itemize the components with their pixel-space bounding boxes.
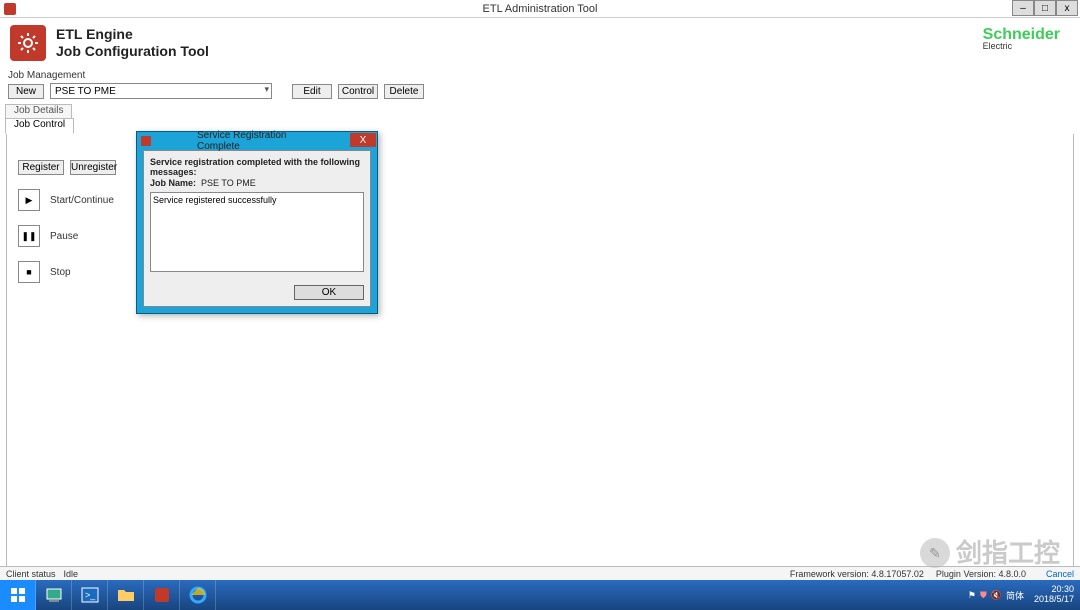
job-select-combo[interactable]: PSE TO PME	[50, 83, 272, 99]
window-title: ETL Administration Tool	[483, 3, 598, 15]
pause-label: Pause	[50, 231, 78, 242]
job-management-bar: New PSE TO PME Edit Control Delete	[0, 81, 1080, 103]
window-titlebar: ETL Administration Tool – □ x	[0, 0, 1080, 18]
taskbar-powershell[interactable]: >_	[72, 580, 108, 610]
client-status-value: Idle	[64, 569, 79, 579]
start-continue-button[interactable]: ▶	[18, 189, 40, 211]
control-button[interactable]: Control	[338, 84, 378, 99]
gear-icon	[16, 31, 40, 55]
unregister-button[interactable]: Unregister	[70, 160, 116, 175]
tray-flag-icon: ⚑	[968, 590, 976, 601]
dialog-ok-button[interactable]: OK	[294, 285, 364, 300]
plugin-version: Plugin Version: 4.8.0.0	[936, 569, 1026, 579]
cancel-link[interactable]: Cancel	[1046, 569, 1074, 579]
dialog-message: Service registration completed with the …	[150, 157, 364, 177]
dialog-icon	[141, 136, 151, 146]
tray-clock[interactable]: 20:30 2018/5/17	[1034, 585, 1074, 605]
dialog-log-textarea[interactable]	[150, 192, 364, 272]
taskbar-etl-tool[interactable]	[144, 580, 180, 610]
terminal-icon: >_	[81, 586, 99, 604]
tabs-row: Job Details	[5, 103, 1074, 119]
start-continue-label: Start/Continue	[50, 195, 114, 206]
minimize-button[interactable]: –	[1012, 0, 1034, 16]
dialog-titlebar: Service Registration Complete X	[137, 132, 377, 150]
close-button[interactable]: x	[1056, 0, 1078, 16]
taskbar: >_ ⚑ ⛊ 🔇 简体 20:30 2018/5/17	[0, 580, 1080, 610]
etl-icon	[155, 588, 169, 602]
system-tray[interactable]: ⚑ ⛊ 🔇 简体 20:30 2018/5/17	[962, 580, 1080, 610]
header-title-1: ETL Engine	[56, 26, 209, 43]
brand-logo: Schneider Electric	[983, 28, 1060, 50]
service-registration-dialog: Service Registration Complete X Service …	[136, 131, 378, 314]
tab-job-control[interactable]: Job Control	[5, 118, 74, 134]
dialog-title: Service Registration Complete	[197, 130, 317, 152]
header-title-2: Job Configuration Tool	[56, 43, 209, 60]
window-controls: – □ x	[1012, 0, 1078, 16]
app-header: ETL Engine Job Configuration Tool Schnei…	[0, 18, 1080, 68]
taskbar-explorer[interactable]	[108, 580, 144, 610]
maximize-button[interactable]: □	[1034, 0, 1056, 16]
taskbar-ie[interactable]	[180, 580, 216, 610]
taskbar-server-manager[interactable]	[36, 580, 72, 610]
register-button[interactable]: Register	[18, 160, 64, 175]
start-button[interactable]	[0, 580, 36, 610]
new-button[interactable]: New	[8, 84, 44, 99]
tray-sound-icon: 🔇	[991, 590, 1002, 601]
job-management-label: Job Management	[0, 68, 1080, 81]
app-logo	[10, 25, 46, 61]
stop-button[interactable]: ■	[18, 261, 40, 283]
app-icon	[4, 3, 16, 15]
dialog-job-name: Job Name: PSE TO PME	[150, 178, 364, 188]
ie-icon	[189, 586, 207, 604]
dialog-close-button[interactable]: X	[350, 133, 376, 147]
stop-label: Stop	[50, 267, 71, 278]
client-status-label: Client status	[6, 569, 56, 579]
status-bar: Client status Idle Framework version: 4.…	[0, 566, 1080, 580]
svg-text:>_: >_	[85, 590, 96, 600]
delete-button[interactable]: Delete	[384, 84, 424, 99]
server-icon	[45, 586, 63, 604]
windows-icon	[10, 587, 26, 603]
folder-icon	[117, 586, 135, 604]
tray-lang[interactable]: 简体	[1006, 589, 1024, 602]
framework-version: Framework version: 4.8.17057.02	[790, 569, 924, 579]
tray-shield-icon: ⛊	[980, 590, 987, 601]
pause-button[interactable]: ❚❚	[18, 225, 40, 247]
edit-button[interactable]: Edit	[292, 84, 332, 99]
